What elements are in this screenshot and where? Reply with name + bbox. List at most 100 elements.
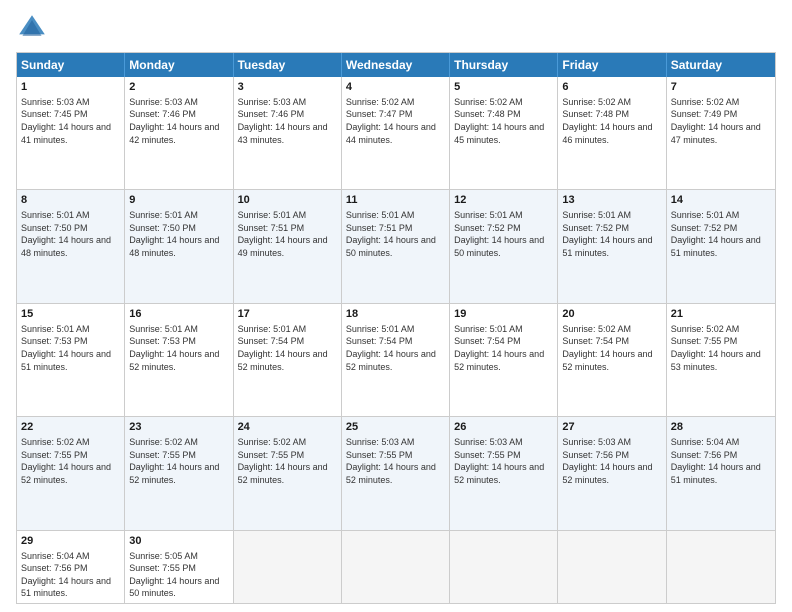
day-number: 21 <box>671 307 771 322</box>
header-day-saturday: Saturday <box>667 53 775 77</box>
day-info: Sunrise: 5:03 AMSunset: 7:46 PMDaylight:… <box>238 96 337 146</box>
day-cell-24: 24Sunrise: 5:02 AMSunset: 7:55 PMDayligh… <box>234 417 342 529</box>
header-day-sunday: Sunday <box>17 53 125 77</box>
day-cell-19: 19Sunrise: 5:01 AMSunset: 7:54 PMDayligh… <box>450 304 558 416</box>
page: SundayMondayTuesdayWednesdayThursdayFrid… <box>0 0 792 612</box>
day-info: Sunrise: 5:01 AMSunset: 7:52 PMDaylight:… <box>671 209 771 259</box>
day-cell-15: 15Sunrise: 5:01 AMSunset: 7:53 PMDayligh… <box>17 304 125 416</box>
day-number: 12 <box>454 193 553 208</box>
day-number: 8 <box>21 193 120 208</box>
day-number: 18 <box>346 307 445 322</box>
day-info: Sunrise: 5:01 AMSunset: 7:51 PMDaylight:… <box>238 209 337 259</box>
day-number: 19 <box>454 307 553 322</box>
logo-icon <box>16 12 48 44</box>
calendar-header: SundayMondayTuesdayWednesdayThursdayFrid… <box>17 53 775 77</box>
day-cell-9: 9Sunrise: 5:01 AMSunset: 7:50 PMDaylight… <box>125 190 233 302</box>
calendar: SundayMondayTuesdayWednesdayThursdayFrid… <box>16 52 776 604</box>
calendar-body: 1Sunrise: 5:03 AMSunset: 7:45 PMDaylight… <box>17 77 775 603</box>
day-number: 30 <box>129 534 228 549</box>
day-number: 20 <box>562 307 661 322</box>
day-info: Sunrise: 5:02 AMSunset: 7:55 PMDaylight:… <box>129 436 228 486</box>
day-cell-12: 12Sunrise: 5:01 AMSunset: 7:52 PMDayligh… <box>450 190 558 302</box>
calendar-row-4: 22Sunrise: 5:02 AMSunset: 7:55 PMDayligh… <box>17 417 775 530</box>
day-cell-2: 2Sunrise: 5:03 AMSunset: 7:46 PMDaylight… <box>125 77 233 189</box>
day-info: Sunrise: 5:02 AMSunset: 7:55 PMDaylight:… <box>671 323 771 373</box>
empty-cell <box>558 531 666 603</box>
day-info: Sunrise: 5:03 AMSunset: 7:55 PMDaylight:… <box>454 436 553 486</box>
day-cell-11: 11Sunrise: 5:01 AMSunset: 7:51 PMDayligh… <box>342 190 450 302</box>
day-cell-16: 16Sunrise: 5:01 AMSunset: 7:53 PMDayligh… <box>125 304 233 416</box>
day-number: 13 <box>562 193 661 208</box>
day-number: 22 <box>21 420 120 435</box>
day-info: Sunrise: 5:01 AMSunset: 7:53 PMDaylight:… <box>21 323 120 373</box>
day-number: 17 <box>238 307 337 322</box>
day-cell-3: 3Sunrise: 5:03 AMSunset: 7:46 PMDaylight… <box>234 77 342 189</box>
day-number: 3 <box>238 80 337 95</box>
day-number: 1 <box>21 80 120 95</box>
day-info: Sunrise: 5:01 AMSunset: 7:53 PMDaylight:… <box>129 323 228 373</box>
day-cell-28: 28Sunrise: 5:04 AMSunset: 7:56 PMDayligh… <box>667 417 775 529</box>
day-cell-18: 18Sunrise: 5:01 AMSunset: 7:54 PMDayligh… <box>342 304 450 416</box>
day-info: Sunrise: 5:02 AMSunset: 7:49 PMDaylight:… <box>671 96 771 146</box>
day-info: Sunrise: 5:01 AMSunset: 7:52 PMDaylight:… <box>562 209 661 259</box>
day-info: Sunrise: 5:03 AMSunset: 7:46 PMDaylight:… <box>129 96 228 146</box>
day-info: Sunrise: 5:01 AMSunset: 7:50 PMDaylight:… <box>21 209 120 259</box>
day-number: 6 <box>562 80 661 95</box>
day-info: Sunrise: 5:01 AMSunset: 7:54 PMDaylight:… <box>346 323 445 373</box>
day-cell-30: 30Sunrise: 5:05 AMSunset: 7:55 PMDayligh… <box>125 531 233 603</box>
day-info: Sunrise: 5:05 AMSunset: 7:55 PMDaylight:… <box>129 550 228 600</box>
day-cell-27: 27Sunrise: 5:03 AMSunset: 7:56 PMDayligh… <box>558 417 666 529</box>
day-info: Sunrise: 5:02 AMSunset: 7:55 PMDaylight:… <box>21 436 120 486</box>
day-info: Sunrise: 5:03 AMSunset: 7:45 PMDaylight:… <box>21 96 120 146</box>
day-number: 27 <box>562 420 661 435</box>
day-info: Sunrise: 5:01 AMSunset: 7:51 PMDaylight:… <box>346 209 445 259</box>
calendar-row-1: 1Sunrise: 5:03 AMSunset: 7:45 PMDaylight… <box>17 77 775 190</box>
empty-cell <box>667 531 775 603</box>
day-number: 2 <box>129 80 228 95</box>
day-info: Sunrise: 5:04 AMSunset: 7:56 PMDaylight:… <box>671 436 771 486</box>
day-info: Sunrise: 5:04 AMSunset: 7:56 PMDaylight:… <box>21 550 120 600</box>
day-cell-1: 1Sunrise: 5:03 AMSunset: 7:45 PMDaylight… <box>17 77 125 189</box>
day-cell-7: 7Sunrise: 5:02 AMSunset: 7:49 PMDaylight… <box>667 77 775 189</box>
calendar-row-2: 8Sunrise: 5:01 AMSunset: 7:50 PMDaylight… <box>17 190 775 303</box>
day-cell-14: 14Sunrise: 5:01 AMSunset: 7:52 PMDayligh… <box>667 190 775 302</box>
day-cell-6: 6Sunrise: 5:02 AMSunset: 7:48 PMDaylight… <box>558 77 666 189</box>
day-cell-29: 29Sunrise: 5:04 AMSunset: 7:56 PMDayligh… <box>17 531 125 603</box>
day-number: 7 <box>671 80 771 95</box>
day-cell-13: 13Sunrise: 5:01 AMSunset: 7:52 PMDayligh… <box>558 190 666 302</box>
day-info: Sunrise: 5:02 AMSunset: 7:47 PMDaylight:… <box>346 96 445 146</box>
empty-cell <box>234 531 342 603</box>
header-day-tuesday: Tuesday <box>234 53 342 77</box>
day-info: Sunrise: 5:01 AMSunset: 7:50 PMDaylight:… <box>129 209 228 259</box>
day-cell-17: 17Sunrise: 5:01 AMSunset: 7:54 PMDayligh… <box>234 304 342 416</box>
day-info: Sunrise: 5:02 AMSunset: 7:54 PMDaylight:… <box>562 323 661 373</box>
day-cell-25: 25Sunrise: 5:03 AMSunset: 7:55 PMDayligh… <box>342 417 450 529</box>
day-number: 24 <box>238 420 337 435</box>
header-day-monday: Monday <box>125 53 233 77</box>
logo <box>16 12 52 44</box>
day-info: Sunrise: 5:02 AMSunset: 7:48 PMDaylight:… <box>454 96 553 146</box>
day-cell-20: 20Sunrise: 5:02 AMSunset: 7:54 PMDayligh… <box>558 304 666 416</box>
empty-cell <box>342 531 450 603</box>
day-info: Sunrise: 5:01 AMSunset: 7:52 PMDaylight:… <box>454 209 553 259</box>
day-cell-21: 21Sunrise: 5:02 AMSunset: 7:55 PMDayligh… <box>667 304 775 416</box>
day-cell-26: 26Sunrise: 5:03 AMSunset: 7:55 PMDayligh… <box>450 417 558 529</box>
day-cell-8: 8Sunrise: 5:01 AMSunset: 7:50 PMDaylight… <box>17 190 125 302</box>
empty-cell <box>450 531 558 603</box>
day-info: Sunrise: 5:01 AMSunset: 7:54 PMDaylight:… <box>238 323 337 373</box>
day-info: Sunrise: 5:02 AMSunset: 7:55 PMDaylight:… <box>238 436 337 486</box>
day-number: 16 <box>129 307 228 322</box>
day-cell-10: 10Sunrise: 5:01 AMSunset: 7:51 PMDayligh… <box>234 190 342 302</box>
day-number: 26 <box>454 420 553 435</box>
header-day-wednesday: Wednesday <box>342 53 450 77</box>
day-info: Sunrise: 5:02 AMSunset: 7:48 PMDaylight:… <box>562 96 661 146</box>
day-number: 25 <box>346 420 445 435</box>
top-bar <box>16 12 776 44</box>
day-info: Sunrise: 5:01 AMSunset: 7:54 PMDaylight:… <box>454 323 553 373</box>
header-day-friday: Friday <box>558 53 666 77</box>
calendar-row-3: 15Sunrise: 5:01 AMSunset: 7:53 PMDayligh… <box>17 304 775 417</box>
day-number: 4 <box>346 80 445 95</box>
day-cell-23: 23Sunrise: 5:02 AMSunset: 7:55 PMDayligh… <box>125 417 233 529</box>
day-number: 23 <box>129 420 228 435</box>
day-number: 5 <box>454 80 553 95</box>
